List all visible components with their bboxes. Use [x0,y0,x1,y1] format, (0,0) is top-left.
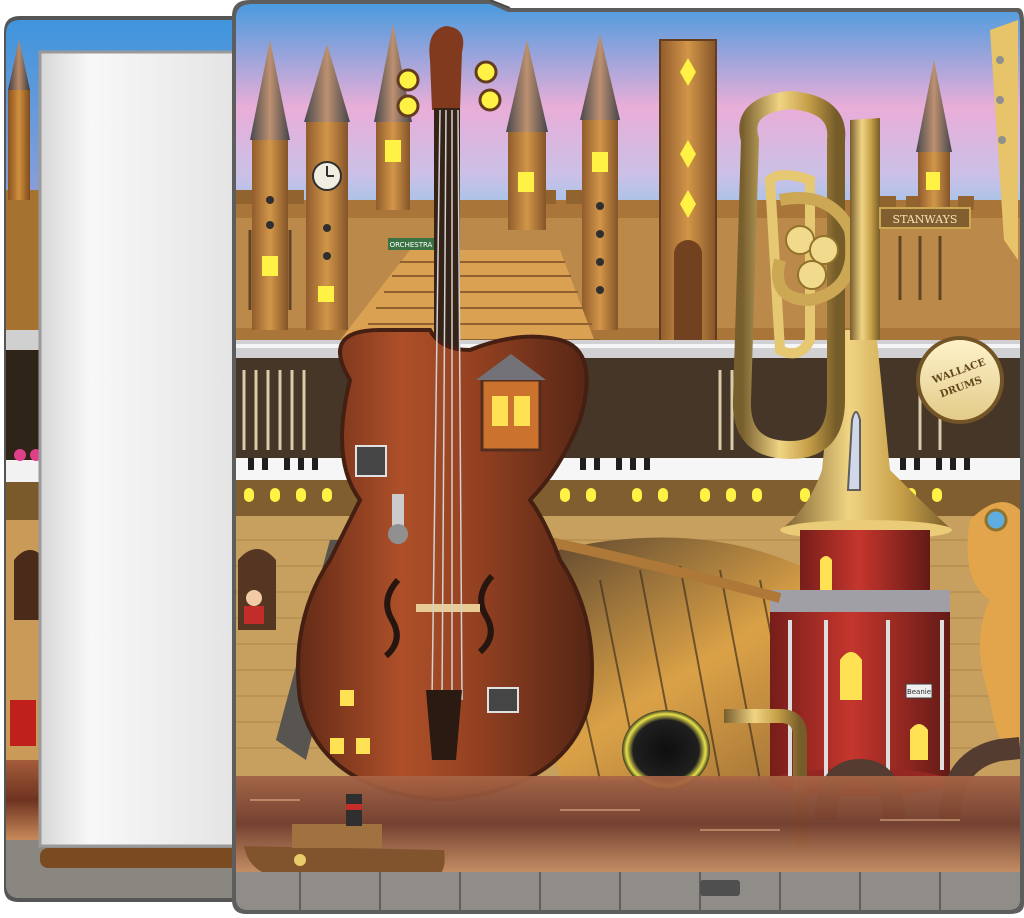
product-mockup: ORCHESTRA STANWAYS WALLACE DRUMS Beanie [0,0,1024,918]
tablet-back-view [4,16,242,902]
tablet-front-view: ORCHESTRA STANWAYS WALLACE DRUMS Beanie [232,0,1024,914]
